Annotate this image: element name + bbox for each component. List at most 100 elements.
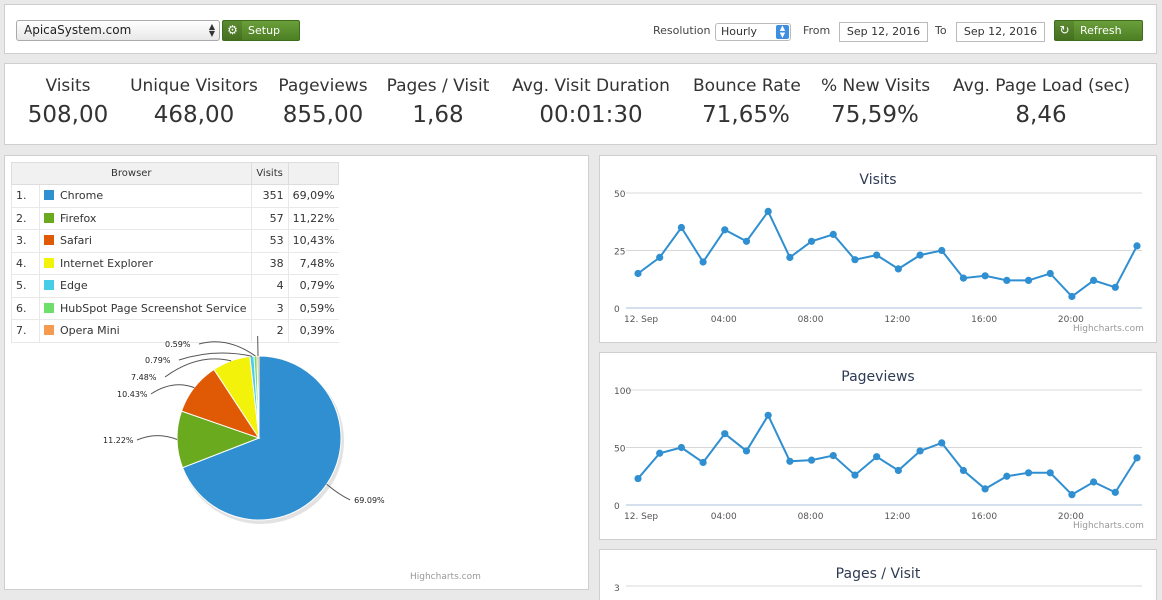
row-browser-name: Edge [39, 274, 252, 298]
resolution-label: Resolution [653, 24, 711, 37]
site-select[interactable]: ApicaSystem.com ▲ ▼ [16, 20, 220, 41]
row-rank: 1. [11, 184, 40, 208]
y-tick-label: 3 [614, 584, 620, 594]
data-point [916, 447, 924, 455]
data-point [873, 453, 881, 461]
color-swatch [44, 212, 54, 223]
row-visits: 53 [250, 229, 289, 253]
pie-data-label: 7.48% [131, 373, 157, 382]
pie-data-label: 10.43% [117, 390, 148, 399]
summary-stats: Visits 508,00 Unique Visitors 468,00 Pag… [4, 63, 1157, 145]
table-header-row: Browser Visits [11, 162, 340, 185]
data-point [786, 253, 794, 261]
pie-data-label: 0.59% [165, 340, 191, 349]
stat-avg-visit-duration: Avg. Visit Duration 00:01:30 [511, 76, 671, 128]
data-point [894, 466, 902, 475]
row-percent: 7,48% [287, 252, 339, 275]
data-point [677, 223, 685, 232]
data-point [764, 207, 772, 215]
pie-data-label: 69.09% [354, 496, 385, 505]
pie-connector [326, 483, 351, 501]
resolution-select[interactable]: Hourly ▲ ▼ [715, 23, 791, 41]
browser-name: Safari [60, 234, 92, 248]
to-label: To [935, 24, 947, 37]
data-point [807, 456, 816, 464]
visits-line-chart: 0255012. Sep 04:00 08:00 12:00 16:00 20:00 [614, 190, 1142, 325]
data-point [851, 256, 859, 264]
stat-value: 1,68 [412, 102, 464, 128]
chart-credit[interactable]: Highcharts.com [1073, 521, 1144, 531]
refresh-button[interactable]: ↻ Refresh [1054, 20, 1143, 41]
row-visits: 4 [250, 274, 289, 298]
row-rank: 5. [11, 274, 40, 298]
x-tick-label: 12:00 [884, 512, 910, 522]
stat-new-visits: % New Visits 75,59% [821, 76, 930, 128]
setup-button[interactable]: ⚙ Setup [222, 20, 300, 41]
browser-name: HubSpot Page Screenshot Service [60, 301, 247, 315]
to-date-input[interactable]: Sep 12, 2016 [956, 22, 1045, 42]
color-swatch [44, 302, 54, 313]
select-arrows-icon: ▲ ▼ [208, 22, 215, 38]
resolution-value: Hourly [721, 25, 758, 38]
from-date-input[interactable]: Sep 12, 2016 [839, 22, 928, 42]
visits-chart-panel: Visits 0 25 50 12. Sep 04:00 08:00 12:00 16:00 2… [599, 155, 1157, 343]
toolbar: ApicaSystem.com ▲ ▼ ⚙ Setup Resolution Hou… [4, 4, 1157, 54]
refresh-label: Refresh [1080, 24, 1122, 37]
row-rank: 6. [11, 297, 40, 320]
browser-panel: Browser Visits 1. Chrome 351 69,09% 2. Firefo… [4, 155, 589, 590]
row-percent: 11,22% [287, 207, 339, 230]
stat-label: Avg. Page Load (sec) [953, 76, 1130, 96]
data-point [1133, 454, 1141, 462]
column-header-browser: Browser [11, 162, 252, 185]
data-point [916, 251, 924, 259]
data-point [1090, 478, 1098, 486]
row-percent: 69,09% [287, 184, 339, 208]
pie-connector [150, 384, 195, 395]
stat-label: Avg. Visit Duration [512, 76, 670, 96]
browser-name: Chrome [60, 189, 104, 203]
pageviews-chart-panel: Pageviews 0 50 100 12. Sep 04:00 08:00 12:00 16… [599, 352, 1157, 540]
data-point [981, 272, 989, 280]
chart-credit[interactable]: Highcharts.com [1073, 324, 1144, 334]
data-point [742, 237, 751, 245]
pie-data-label: 11.22% [103, 436, 134, 445]
series-line [637, 413, 1138, 496]
pie-connector [257, 336, 259, 357]
data-point [764, 411, 772, 419]
data-point [938, 246, 946, 255]
site-select-value: ApicaSystem.com [24, 23, 132, 37]
table-row: 6. HubSpot Page Screenshot Service 3 0,59% [11, 297, 339, 320]
x-tick-label: 16:00 [971, 512, 997, 522]
pie-data-label: 0.79% [145, 356, 171, 365]
data-point [786, 457, 794, 465]
data-point [721, 430, 729, 438]
browser-name: Edge [60, 279, 88, 293]
data-point [959, 466, 968, 475]
data-point [1133, 242, 1141, 250]
data-point [1003, 276, 1011, 284]
data-point [829, 451, 837, 460]
y-tick-label: 50 [614, 190, 626, 200]
browser-table: Browser Visits 1. Chrome 351 69,09% 2. Firefo… [11, 162, 340, 343]
data-point [699, 258, 707, 266]
data-point [721, 226, 729, 234]
stat-value: 71,65% [702, 102, 790, 128]
row-visits: 57 [250, 207, 289, 230]
data-point [829, 230, 837, 238]
data-point [851, 471, 859, 479]
data-point [873, 251, 881, 259]
row-visits: 351 [250, 184, 289, 208]
data-point [1046, 269, 1054, 278]
chart-credit[interactable]: Highcharts.com [410, 572, 481, 582]
data-point [742, 447, 751, 455]
row-percent: 0,59% [287, 297, 339, 320]
row-rank: 2. [11, 207, 40, 230]
row-browser-name: Firefox [39, 207, 252, 230]
y-tick-label: 0 [614, 502, 620, 512]
browser-name: Firefox [60, 211, 97, 225]
stat-label: Unique Visitors [130, 76, 258, 96]
stat-unique-visitors: Unique Visitors 468,00 [127, 76, 261, 128]
stat-value: 468,00 [153, 102, 235, 128]
stat-label: Pages / Visit [386, 76, 490, 96]
stat-bounce-rate: Bounce Rate 71,65% [693, 76, 801, 128]
